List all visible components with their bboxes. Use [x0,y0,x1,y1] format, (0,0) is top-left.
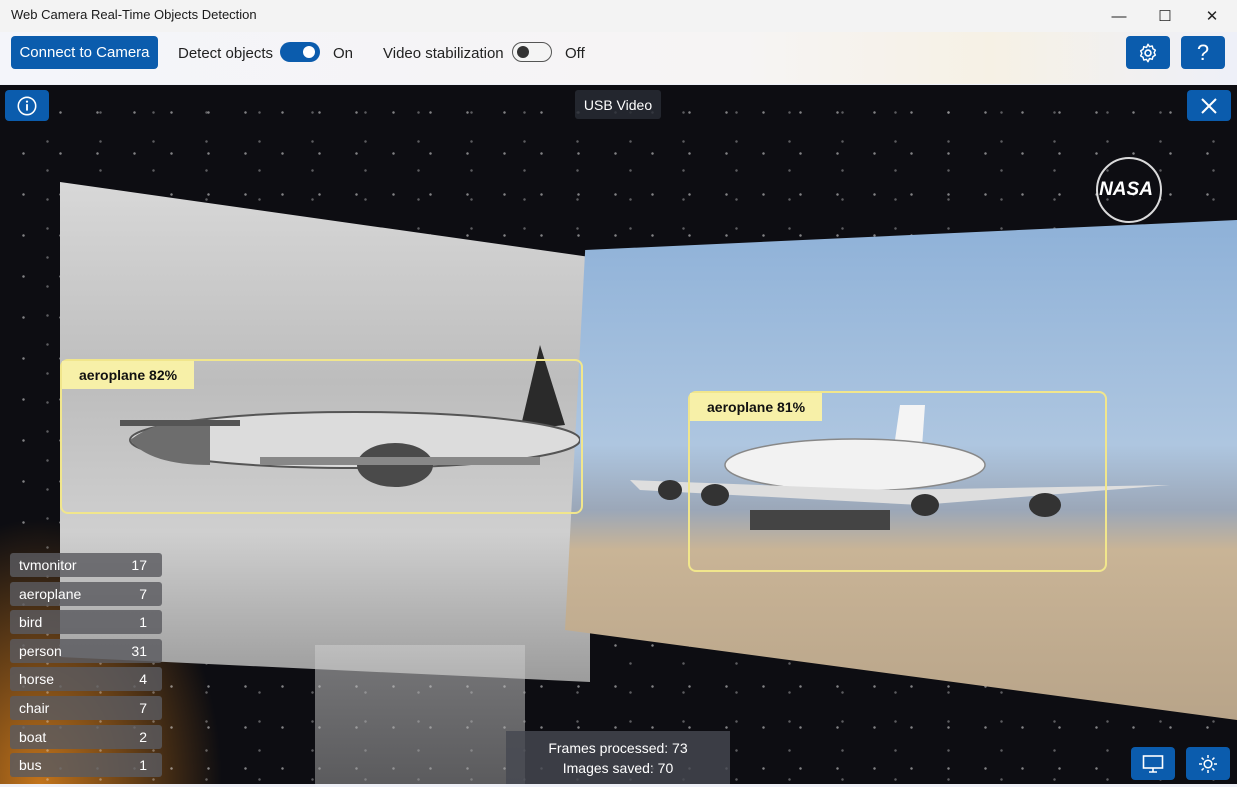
detect-objects-toggle[interactable] [280,42,320,62]
object-count: 1 [139,614,147,631]
info-icon [17,96,37,115]
brightness-button[interactable] [1186,747,1230,780]
toggle-knob [517,46,529,58]
connect-camera-button[interactable]: Connect to Camera [11,36,158,69]
gear-icon [1139,43,1157,62]
nasa-logo-ring [1096,157,1162,223]
title-bar: Web Camera Real-Time Objects Detection —… [0,0,1237,32]
close-icon: ✕ [1205,8,1219,25]
help-button[interactable]: ? [1181,36,1225,69]
video-stabilization-label: Video stabilization [383,45,504,62]
minimize-button[interactable]: — [1096,0,1142,32]
object-count: 17 [131,557,147,573]
video-stabilization-toggle[interactable] [512,42,552,62]
list-item: person 31 [10,638,162,663]
list-item: bird 1 [10,610,162,635]
video-source-label: USB Video [575,90,661,119]
list-item: aeroplane 7 [10,581,162,606]
list-item: boat 2 [10,724,162,749]
object-count: 7 [139,699,147,716]
list-item: chair 7 [10,695,162,720]
object-counts-list: tvmonitor 17 aeroplane 7 bird 1 person 3… [10,553,162,782]
panel-reflection [315,645,525,784]
list-item: horse 4 [10,667,162,692]
close-video-button[interactable] [1187,90,1231,121]
object-count: 31 [131,642,147,659]
toolbar: Connect to Camera Detect objects On Vide… [0,32,1237,84]
object-name: bus [19,757,42,774]
app-title: Web Camera Real-Time Objects Detection [11,7,257,22]
maximize-button[interactable]: ☐ [1142,0,1188,32]
toggle-knob [303,46,315,58]
object-name: horse [19,671,55,688]
list-item: bus 1 [10,753,162,778]
settings-button[interactable] [1126,36,1170,69]
video-feed: NASA aeroplane 82% aeroplane 81% USB Vid… [0,85,1237,784]
detection-box: aeroplane 82% [60,359,583,514]
detection-label: aeroplane 82% [62,361,195,389]
video-stabilization-state: Off [565,45,585,62]
object-name: tvmonitor [19,557,77,573]
object-name: person [19,642,62,659]
detection-label: aeroplane 81% [690,393,823,421]
processing-stats: Frames processed: 73 Images saved: 70 [506,731,730,784]
images-saved: Images saved: 70 [562,759,674,776]
object-count: 1 [139,757,147,774]
object-name: aeroplane [19,585,82,602]
object-count: 4 [139,671,147,688]
object-name: chair [19,699,50,716]
brightness-icon [1199,754,1217,773]
info-button[interactable] [5,90,49,121]
list-item: tvmonitor 17 [10,553,162,577]
detect-objects-label: Detect objects [178,45,274,62]
object-name: boat [19,728,47,745]
close-icon [1201,97,1217,114]
question-icon: ? [1196,39,1210,65]
detection-box: aeroplane 81% [688,391,1107,572]
object-name: bird [19,614,43,631]
frames-processed: Frames processed: 73 [548,739,688,756]
monitor-icon [1142,754,1164,773]
object-count: 2 [139,728,147,745]
minimize-icon: — [1111,7,1127,25]
detect-objects-state: On [333,45,354,62]
display-button[interactable] [1131,747,1175,780]
nasa-logo: NASA [1085,155,1167,225]
object-count: 7 [139,585,147,602]
close-window-button[interactable]: ✕ [1189,0,1235,32]
maximize-icon: ☐ [1158,8,1172,25]
